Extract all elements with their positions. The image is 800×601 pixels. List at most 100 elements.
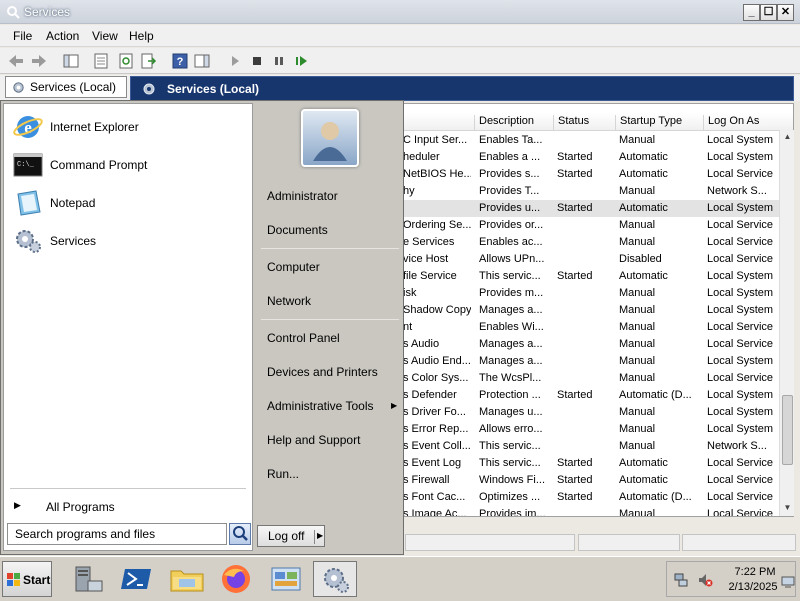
- back-arrow-icon[interactable]: [7, 52, 25, 70]
- taskbar: Start 7:22 PM 2/13/2025: [0, 556, 800, 600]
- taskbar-services[interactable]: [313, 561, 357, 597]
- cell-startup-type: Manual: [619, 423, 656, 435]
- user-avatar[interactable]: [301, 109, 359, 167]
- status-cell: [578, 534, 680, 551]
- link-control-panel[interactable]: Control Panel: [267, 331, 340, 345]
- cell-status: Started: [557, 151, 593, 163]
- vertical-scrollbar[interactable]: ▲ ▼: [779, 130, 794, 516]
- export-list-icon[interactable]: [139, 52, 157, 70]
- taskbar-server-manager[interactable]: [66, 561, 110, 597]
- maximize-button[interactable]: ☐: [760, 4, 777, 21]
- cell-description: Provides or...: [479, 219, 544, 231]
- link-devices-and-printers[interactable]: Devices and Printers: [267, 365, 378, 379]
- start-item-services[interactable]: Services: [10, 224, 246, 258]
- title-bar[interactable]: Services _ ☐ ✕: [0, 0, 800, 24]
- cell-description: Provides m...: [479, 287, 544, 299]
- close-button[interactable]: ✕: [777, 4, 794, 21]
- cell-name: C Input Ser...: [403, 134, 468, 146]
- start-button[interactable]: Start: [2, 561, 52, 597]
- cell-log-on-as: Local Service: [707, 508, 774, 517]
- minimize-button[interactable]: _: [743, 4, 760, 21]
- cell-name: s Error Rep...: [403, 423, 469, 435]
- start-item-label: Internet Explorer: [50, 120, 139, 134]
- column-header-log-on-as[interactable]: Log On As: [703, 115, 793, 131]
- cell-description: Allows UPn...: [479, 253, 545, 265]
- cell-startup-type: Manual: [619, 338, 656, 350]
- link-documents[interactable]: Documents: [267, 223, 328, 237]
- all-programs-button[interactable]: ▶ All Programs: [10, 496, 246, 518]
- cell-log-on-as: Local System: [707, 270, 774, 282]
- cell-log-on-as: Local System: [707, 151, 774, 163]
- scrollbar-thumb[interactable]: [782, 395, 793, 465]
- show-hide-tree-icon[interactable]: [62, 52, 80, 70]
- refresh-icon[interactable]: [117, 52, 135, 70]
- cell-description: Provides im...: [479, 508, 546, 517]
- taskbar-powershell[interactable]: [115, 561, 159, 597]
- scope-tree-item-services-local[interactable]: Services (Local): [5, 76, 127, 98]
- log-off-label: Log off: [268, 529, 305, 543]
- start-item-notepad[interactable]: Notepad: [10, 186, 246, 220]
- volume-muted-icon[interactable]: [697, 572, 713, 588]
- help-icon[interactable]: ?: [171, 52, 189, 70]
- show-desktop-icon[interactable]: [781, 576, 795, 588]
- cell-name: s Image Ac...: [403, 508, 467, 517]
- start-item-internet-explorer[interactable]: e Internet Explorer: [10, 110, 246, 144]
- cell-description: This servic...: [479, 440, 541, 452]
- link-run[interactable]: Run...: [267, 467, 299, 481]
- network-icon[interactable]: [673, 572, 689, 588]
- link-administrative-tools[interactable]: Administrative Tools: [267, 399, 374, 413]
- taskbar-firefox[interactable]: [214, 561, 258, 597]
- cell-description: Enables Wi...: [479, 321, 544, 333]
- clock-date[interactable]: 2/13/2025: [723, 581, 783, 593]
- divider: [261, 319, 399, 320]
- cell-name: vice Host: [403, 253, 449, 265]
- menu-view[interactable]: View: [92, 29, 118, 43]
- internet-explorer-icon: e: [13, 116, 43, 138]
- cell-startup-type: Automatic (D...: [619, 389, 692, 401]
- cell-log-on-as: Local System: [707, 202, 774, 214]
- cell-description: Manages a...: [479, 355, 543, 367]
- column-header-status[interactable]: Status: [553, 115, 615, 131]
- menu-bar: File Action View Help: [0, 25, 800, 47]
- properties-icon[interactable]: [92, 52, 110, 70]
- menu-action[interactable]: Action: [46, 29, 79, 43]
- link-help-and-support[interactable]: Help and Support: [267, 433, 360, 447]
- taskbar-control-panel[interactable]: [264, 561, 308, 597]
- link-computer[interactable]: Computer: [267, 260, 320, 274]
- cell-status: Started: [557, 202, 593, 214]
- show-action-pane-icon[interactable]: [193, 52, 211, 70]
- cell-name: s Audio End...: [403, 355, 471, 367]
- services-icon: [143, 83, 155, 95]
- scroll-down-icon[interactable]: ▼: [781, 501, 794, 515]
- cell-name: s Defender: [403, 389, 457, 401]
- start-search-input[interactable]: Search programs and files: [7, 523, 227, 545]
- cell-name: heduler: [403, 151, 440, 163]
- column-header-startup-type[interactable]: Startup Type: [615, 115, 703, 131]
- cell-status: Started: [557, 491, 593, 503]
- menu-help[interactable]: Help: [129, 29, 154, 43]
- column-header-description[interactable]: Description: [474, 115, 553, 131]
- scroll-up-icon[interactable]: ▲: [781, 130, 794, 144]
- cell-status: Started: [557, 474, 593, 486]
- notepad-icon: [17, 190, 41, 216]
- restart-service-icon[interactable]: [292, 52, 310, 70]
- shutdown-options-arrow-icon[interactable]: ▶: [317, 531, 323, 540]
- pause-service-icon[interactable]: [270, 52, 288, 70]
- taskbar-file-explorer[interactable]: [165, 561, 209, 597]
- start-item-command-prompt[interactable]: C:\_ Command Prompt: [10, 148, 246, 182]
- search-button[interactable]: [229, 523, 251, 545]
- menu-file[interactable]: File: [13, 29, 32, 43]
- cell-startup-type: Manual: [619, 372, 656, 384]
- start-service-icon[interactable]: [226, 52, 244, 70]
- services-icon: [16, 230, 41, 253]
- link-network[interactable]: Network: [267, 294, 311, 308]
- clock-time[interactable]: 7:22 PM: [733, 566, 777, 578]
- user-icon: [313, 122, 347, 161]
- stop-service-icon[interactable]: [248, 52, 266, 70]
- command-prompt-icon: C:\_: [13, 153, 43, 177]
- link-administrator[interactable]: Administrator: [267, 189, 338, 203]
- forward-arrow-icon[interactable]: [30, 52, 48, 70]
- server-manager-icon: [75, 566, 103, 592]
- log-off-button[interactable]: Log off ▶: [257, 525, 325, 547]
- start-item-label: Services: [50, 234, 97, 248]
